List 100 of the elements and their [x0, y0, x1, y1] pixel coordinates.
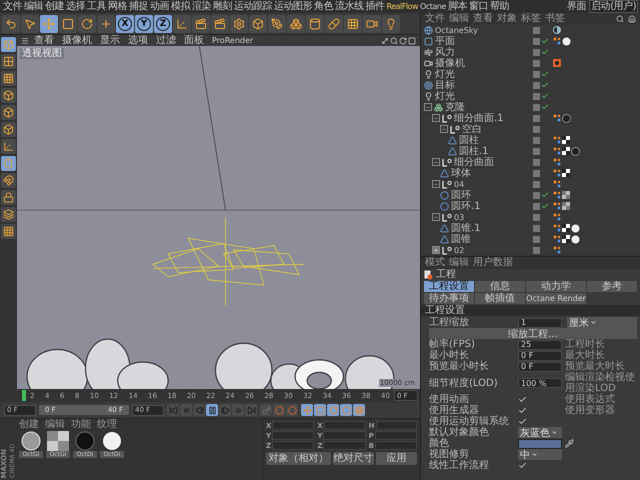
toolbar-button[interactable]: [249, 14, 267, 32]
object-row[interactable]: 圆锥: [421, 234, 640, 245]
transport-button[interactable]: [206, 404, 218, 416]
menu-item[interactable]: 网格: [107, 0, 128, 13]
object-row[interactable]: 03: [421, 212, 640, 223]
search-icon[interactable]: [616, 15, 624, 23]
menu-item[interactable]: 查看: [31, 35, 57, 46]
coordinate-field[interactable]: [272, 441, 314, 450]
menu-item[interactable]: 纹理: [97, 419, 117, 431]
layer-square-icon[interactable]: [533, 48, 540, 56]
object-row[interactable]: 细分曲面: [421, 157, 640, 168]
layer-square-icon[interactable]: [533, 192, 540, 198]
coordinate-field[interactable]: [324, 421, 366, 430]
fold-toggle[interactable]: [440, 125, 448, 133]
coordinate-field[interactable]: [272, 431, 314, 440]
toolbar-button[interactable]: [40, 14, 58, 32]
tool-button[interactable]: [1, 173, 16, 188]
menu-item[interactable]: 过滤: [153, 35, 179, 46]
fold-toggle[interactable]: [432, 158, 440, 166]
material-preview[interactable]: [101, 431, 123, 451]
menu-item[interactable]: 用户数据: [473, 257, 513, 269]
layer-square-icon[interactable]: [533, 148, 540, 154]
coordinate-button[interactable]: 对象（相对）: [266, 452, 332, 465]
object-row[interactable]: 圆环.1: [421, 201, 640, 212]
layer-square-icon[interactable]: [533, 202, 540, 210]
checkbox[interactable]: [518, 417, 527, 426]
object-row[interactable]: 克隆: [421, 102, 640, 113]
orbit-icon[interactable]: [399, 36, 407, 44]
object-row[interactable]: 圆柱.1: [421, 146, 640, 157]
coordinate-field[interactable]: [376, 421, 417, 430]
key-mode-button[interactable]: [314, 404, 326, 416]
menu-item[interactable]: 运动跟踪: [233, 0, 273, 13]
toolbar-button[interactable]: [59, 14, 77, 32]
toolbar-button[interactable]: [344, 14, 362, 32]
toolbar-button[interactable]: [2, 14, 20, 32]
layer-square-icon[interactable]: [533, 180, 540, 188]
toolbar-button[interactable]: [325, 14, 343, 32]
coordinate-field[interactable]: [272, 421, 314, 430]
object-row[interactable]: 灯光: [421, 69, 640, 80]
coordinate-button[interactable]: 绝对尺寸: [333, 452, 374, 465]
dropdown[interactable]: 灰蓝色: [518, 427, 562, 438]
object-row[interactable]: 圆柱: [421, 135, 640, 146]
tool-button[interactable]: [1, 71, 16, 86]
keyframe-button[interactable]: [273, 404, 285, 416]
menu-item[interactable]: 帮助: [488, 0, 510, 13]
toolbar-button[interactable]: [287, 14, 305, 32]
coordinate-field[interactable]: [374, 431, 417, 440]
menu-item[interactable]: 模拟: [170, 0, 191, 13]
toolbar-button[interactable]: [97, 14, 115, 32]
menu-item[interactable]: 编辑: [449, 257, 469, 269]
number-field[interactable]: 100 %: [518, 378, 562, 388]
menu-item[interactable]: 插件: [364, 0, 386, 13]
menu-item[interactable]: ProRender: [209, 35, 256, 46]
color-swatch[interactable]: [518, 438, 562, 448]
coordinate-field[interactable]: [323, 431, 366, 440]
toolbar-button[interactable]: [21, 14, 39, 32]
menu-item[interactable]: 对象: [497, 13, 517, 25]
key-mode-button[interactable]: [327, 404, 339, 416]
tool-button[interactable]: [1, 88, 16, 103]
menu-item[interactable]: 工具: [86, 0, 107, 13]
object-row[interactable]: 细分曲面.1: [421, 113, 640, 124]
menu-item[interactable]: Octane: [419, 0, 447, 13]
axis-button[interactable]: Y: [135, 14, 153, 32]
menu-item[interactable]: 查看: [473, 13, 493, 25]
key-mode-button[interactable]: [301, 404, 313, 416]
menu-item[interactable]: 文件: [425, 13, 445, 25]
menu-item[interactable]: 编辑: [45, 419, 65, 431]
object-row[interactable]: 摄像机: [421, 58, 640, 69]
menu-item[interactable]: 编辑: [449, 13, 469, 25]
dropdown[interactable]: 中: [518, 449, 562, 460]
menu-item[interactable]: 渲染: [191, 0, 212, 13]
fold-toggle[interactable]: [432, 246, 440, 254]
axis-button[interactable]: Z: [154, 14, 172, 32]
object-row[interactable]: 目标: [421, 80, 640, 91]
menu-item[interactable]: 运动图形: [273, 0, 313, 13]
tab[interactable]: 待办事项: [424, 293, 474, 304]
menu-item[interactable]: 创建: [44, 0, 65, 13]
object-row[interactable]: 圆锥.1: [421, 223, 640, 234]
toolbar-button[interactable]: [192, 14, 210, 32]
menu-item[interactable]: 动画: [149, 0, 170, 13]
menu-item[interactable]: 雕刻: [212, 0, 233, 13]
menu-item[interactable]: 书签: [545, 13, 565, 25]
number-field[interactable]: 25: [518, 340, 562, 350]
layer-square-icon[interactable]: [533, 82, 540, 88]
object-row[interactable]: 圆环: [421, 190, 640, 201]
layer-square-icon[interactable]: [533, 214, 540, 220]
layer-square-icon[interactable]: [533, 236, 540, 242]
menu-item[interactable]: 显示: [97, 35, 123, 46]
menu-item[interactable]: 文件: [2, 0, 23, 13]
layer-square-icon[interactable]: [533, 38, 540, 44]
zoom-icon[interactable]: [390, 36, 398, 44]
toolbar-button[interactable]: [78, 14, 96, 32]
menu-item[interactable]: 摄像机: [59, 35, 95, 46]
object-row[interactable]: 球体: [421, 168, 640, 179]
menu-item[interactable]: 模式: [425, 257, 445, 269]
object-row[interactable]: 04: [421, 179, 640, 190]
menu-item[interactable]: 面板: [181, 35, 207, 46]
menu-item[interactable]: 选择: [65, 0, 86, 13]
tool-button[interactable]: [1, 207, 16, 222]
maximize-icon[interactable]: [408, 36, 416, 44]
